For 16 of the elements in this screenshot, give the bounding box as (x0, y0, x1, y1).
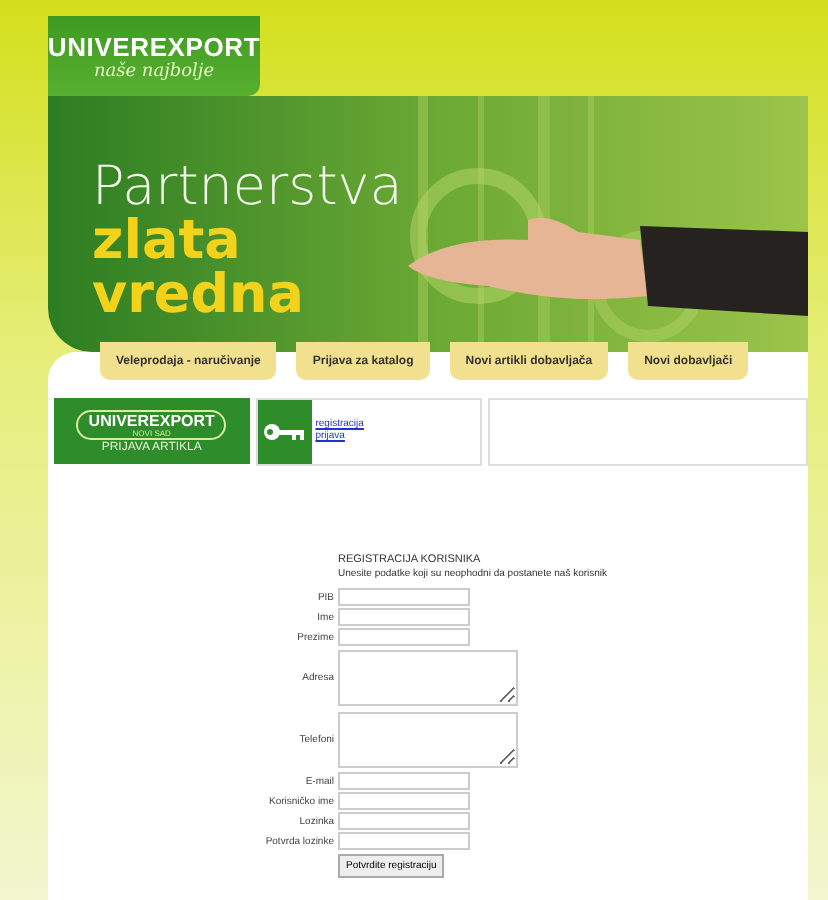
input-field[interactable] (338, 792, 470, 810)
banner-headline: zlata (92, 214, 241, 268)
text-area[interactable] (338, 712, 518, 768)
input-field[interactable] (338, 812, 470, 830)
key-icon (262, 422, 307, 442)
input-field[interactable] (338, 772, 470, 790)
text-area[interactable] (338, 650, 518, 706)
input-field[interactable] (338, 628, 470, 646)
promo-logo-name: UNIVEREXPORT (88, 411, 215, 429)
logo-name: UNIVEREXPORT (47, 31, 261, 61)
input-field[interactable] (338, 832, 470, 850)
input-field[interactable] (338, 608, 470, 626)
input-field[interactable] (338, 588, 470, 606)
logo-slogan: naše najbolje (93, 61, 215, 81)
banner-headline: vredna (92, 268, 306, 322)
banner-headline: Partnerstva (92, 160, 403, 214)
